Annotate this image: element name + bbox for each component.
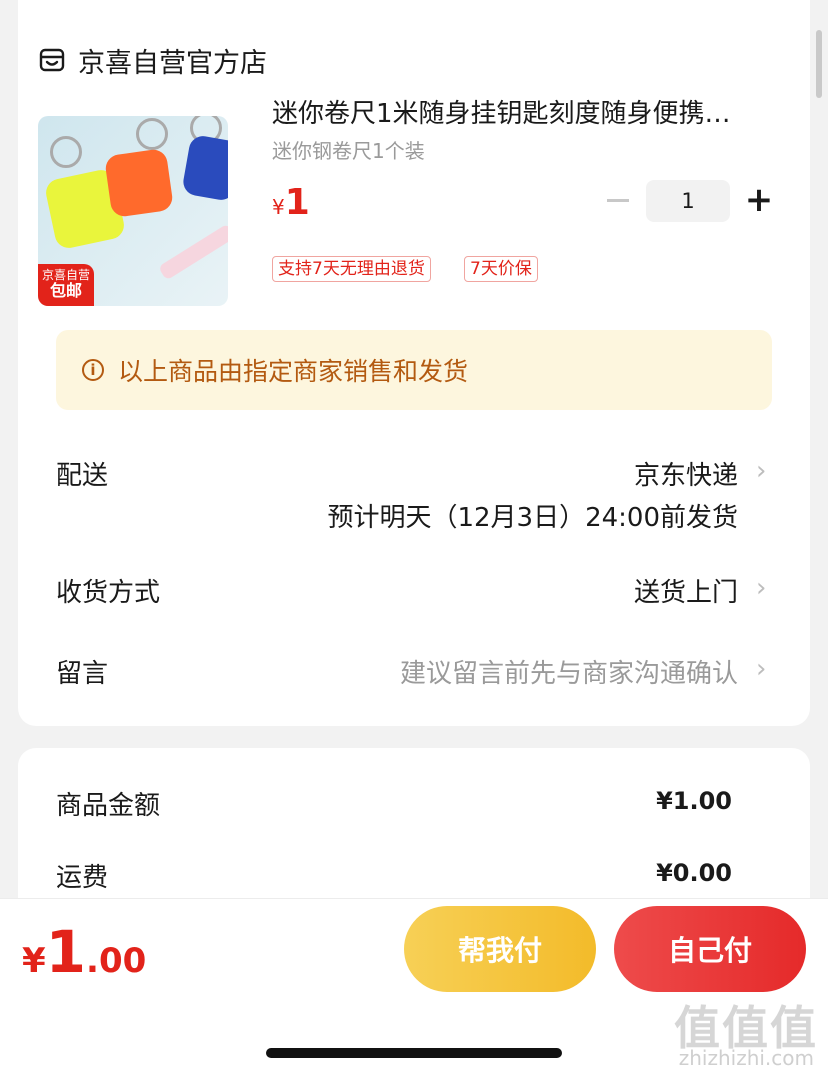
goods-amount-label: 商品金额 xyxy=(56,791,161,821)
quantity-increase-button[interactable]: + xyxy=(742,183,776,218)
goods-amount-value: ¥1.00 xyxy=(656,787,732,815)
message-input[interactable]: 建议留言前先与商家沟通确认 xyxy=(400,653,738,690)
store-name: 京喜自营官方店 xyxy=(78,47,267,79)
scrollbar[interactable] xyxy=(816,30,822,98)
help-me-pay-button[interactable]: 帮我付 xyxy=(404,906,596,992)
store-header[interactable]: 京喜自营官方店 xyxy=(38,40,267,80)
quantity-decrease-button[interactable] xyxy=(604,188,632,212)
chevron-right-icon[interactable]: › xyxy=(756,458,770,484)
product-image[interactable]: 京喜自营 包邮 xyxy=(38,116,228,306)
seller-notice: i 以上商品由指定商家销售和发货 xyxy=(56,330,772,410)
return-policy-tag: 支持7天无理由退货 xyxy=(272,256,431,282)
product-title[interactable]: 迷你卷尺1米随身挂钥匙刻度随身便携… xyxy=(272,93,772,130)
product-spec[interactable]: 迷你钢卷尺1个装 xyxy=(272,135,425,164)
delivery-value[interactable]: 京东快递 xyxy=(634,455,738,492)
receive-method-value[interactable]: 送货上门 xyxy=(634,572,738,609)
receive-method-label: 收货方式 xyxy=(56,578,161,608)
total-amount: ¥1.00 xyxy=(22,918,147,986)
message-label: 留言 xyxy=(56,659,109,689)
info-icon: i xyxy=(82,359,104,381)
delivery-label: 配送 xyxy=(56,461,109,491)
free-shipping-badge: 京喜自营 包邮 xyxy=(38,264,94,306)
watermark-url: zhizhizhi.com xyxy=(678,1046,814,1070)
chevron-right-icon[interactable]: › xyxy=(756,575,770,601)
pay-myself-button[interactable]: 自己付 xyxy=(614,906,806,992)
shipping-fee-value: ¥0.00 xyxy=(656,859,732,887)
store-icon xyxy=(39,48,65,72)
chevron-right-icon[interactable]: › xyxy=(756,656,770,682)
home-indicator[interactable] xyxy=(266,1048,562,1058)
delivery-eta: 预计明天（12月3日）24:00前发货 xyxy=(327,503,738,533)
notice-text: 以上商品由指定商家销售和发货 xyxy=(118,357,469,386)
shipping-fee-label: 运费 xyxy=(56,863,109,893)
quantity-input[interactable]: 1 xyxy=(646,180,730,222)
price-protect-tag: 7天价保 xyxy=(464,256,538,282)
product-price: ¥1 xyxy=(272,182,310,223)
